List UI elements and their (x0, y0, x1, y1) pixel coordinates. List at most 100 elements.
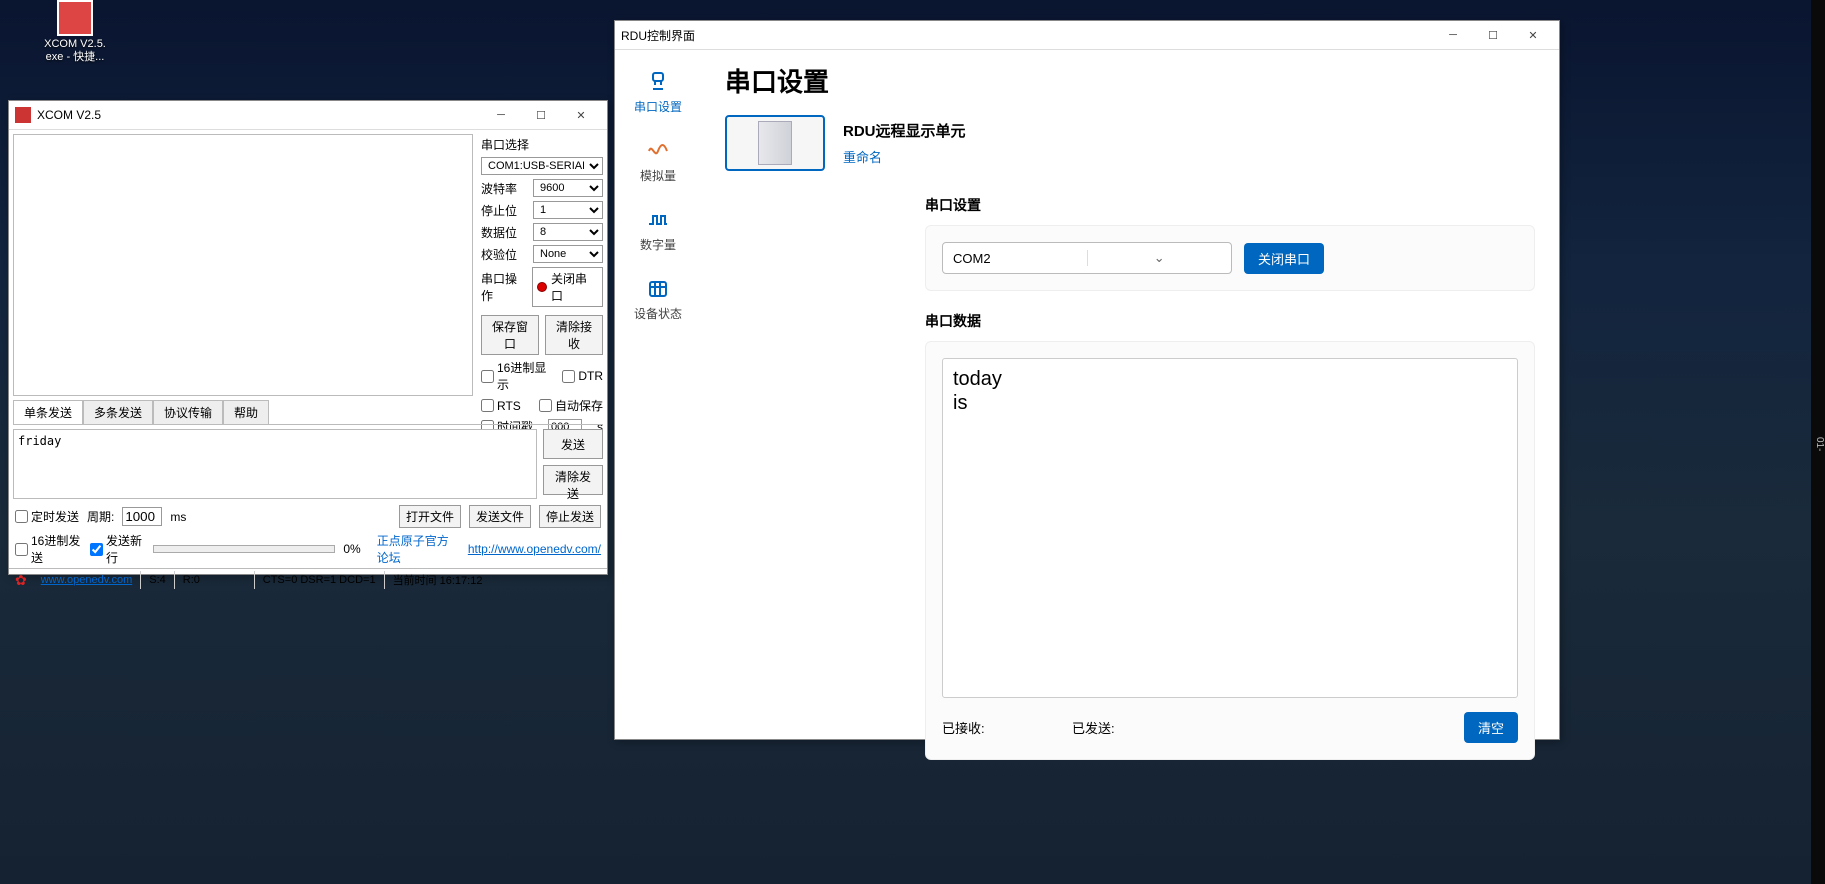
toggle-port-button[interactable]: 关闭串口 (532, 267, 603, 307)
site-link[interactable]: www.openedv.com (33, 571, 142, 589)
minimize-button[interactable]: ─ (1433, 21, 1473, 49)
chevron-down-icon: ⌄ (1087, 250, 1232, 266)
parity-label: 校验位 (481, 246, 517, 263)
serial-data-box[interactable]: today is (942, 358, 1518, 698)
data-select[interactable]: 8 (533, 223, 603, 241)
tab-multi-send[interactable]: 多条发送 (83, 400, 153, 424)
xcom-icon (57, 0, 93, 36)
digital-icon (646, 208, 670, 232)
device-name: RDU远程显示单元 (843, 120, 966, 141)
baud-label: 波特率 (481, 180, 517, 197)
sidebar-label: 模拟量 (640, 167, 676, 184)
clear-data-button[interactable]: 清空 (1464, 712, 1518, 743)
save-window-button[interactable]: 保存窗口 (481, 315, 539, 355)
tab-help[interactable]: 帮助 (223, 400, 269, 424)
status-icon (646, 277, 670, 301)
port-select-label: 串口选择 (481, 136, 603, 153)
forum-link[interactable]: http://www.openedv.com/ (468, 542, 601, 556)
stop-send-button[interactable]: 停止发送 (539, 505, 601, 528)
forum-text: 正点原子官方论坛 (377, 532, 460, 566)
minimize-button[interactable]: ─ (481, 101, 521, 129)
serial-icon (646, 70, 670, 94)
tab-single-send[interactable]: 单条发送 (13, 400, 83, 424)
section-port-heading: 串口设置 (925, 195, 1535, 215)
xcom-app-icon (15, 107, 31, 123)
gear-icon[interactable]: ✿ (9, 572, 33, 589)
right-edge-strip: 01- (1811, 0, 1825, 884)
stop-label: 停止位 (481, 202, 517, 219)
rx-count-label: 已接收: (942, 718, 1072, 737)
maximize-button[interactable]: ☐ (1473, 21, 1513, 49)
sidebar-item-analog[interactable]: 模拟量 (615, 131, 701, 192)
maximize-button[interactable]: ☐ (521, 101, 561, 129)
timed-send-label: 定时发送 (31, 508, 79, 525)
desktop-shortcut-label: XCOM V2.5. exe - 快捷... (40, 38, 110, 64)
xcom-statusbar: ✿ www.openedv.com S:4 R:0 CTS=0 DSR=1 DC… (9, 568, 607, 591)
port-combobox[interactable]: COM2 ⌄ (942, 242, 1232, 274)
toggle-port-label: 关闭串口 (551, 270, 598, 304)
sidebar-label: 串口设置 (634, 98, 682, 115)
stop-select[interactable]: 1 (533, 201, 603, 219)
close-port-button[interactable]: 关闭串口 (1244, 243, 1324, 274)
hex-display-label: 16进制显示 (497, 359, 558, 393)
port-value: COM2 (943, 251, 1087, 266)
parity-select[interactable]: None (533, 245, 603, 263)
hex-send-label: 16进制发送 (31, 532, 82, 566)
progress-pct: 0% (343, 542, 360, 556)
dtr-label: DTR (578, 369, 603, 383)
desktop-shortcut[interactable]: XCOM V2.5. exe - 快捷... (40, 0, 110, 64)
status-time: 当前时间 16:17:12 (385, 569, 607, 591)
port-select[interactable]: COM1:USB-SERIAL (481, 157, 603, 175)
sidebar-label: 数字量 (640, 236, 676, 253)
tab-protocol[interactable]: 协议传输 (153, 400, 223, 424)
xcom-titlebar[interactable]: XCOM V2.5 ─ ☐ ✕ (9, 101, 607, 130)
rdu-window: RDU控制界面 ─ ☐ ✕ 串口设置 模拟量 数字量 设备状态 (614, 20, 1560, 740)
period-input[interactable] (122, 507, 162, 526)
status-lines: CTS=0 DSR=1 DCD=1 (255, 571, 385, 589)
hex-display-checkbox[interactable]: 16进制显示 (481, 359, 558, 393)
rdu-main: 串口设置 RDU远程显示单元 重命名 串口设置 COM2 ⌄ 关闭串口 串 (701, 50, 1559, 792)
tx-count-label: 已发送: (1072, 718, 1202, 737)
data-card: today is 已接收: 已发送: 清空 (925, 341, 1535, 760)
device-thumbnail[interactable] (725, 115, 825, 171)
receive-textarea[interactable] (13, 134, 473, 396)
hex-send-checkbox[interactable]: 16进制发送 (15, 532, 82, 566)
serial-config-panel: 串口选择 COM1:USB-SERIAL 波特率 9600 停止位 1 数据位 8 校… (477, 130, 607, 400)
section-data-heading: 串口数据 (925, 311, 1535, 331)
progress-bar (153, 545, 335, 553)
clear-rx-button[interactable]: 清除接收 (545, 315, 603, 355)
sidebar-label: 设备状态 (634, 305, 682, 322)
port-status-icon (537, 282, 547, 292)
sidebar-item-serial[interactable]: 串口设置 (615, 62, 701, 123)
send-newline-checkbox[interactable]: 发送新行 (90, 532, 145, 566)
open-file-button[interactable]: 打开文件 (399, 505, 461, 528)
send-newline-label: 发送新行 (106, 532, 145, 566)
send-button[interactable]: 发送 (543, 429, 603, 459)
rdu-titlebar[interactable]: RDU控制界面 ─ ☐ ✕ (615, 21, 1559, 50)
data-label: 数据位 (481, 224, 517, 241)
rdu-sidebar: 串口设置 模拟量 数字量 设备状态 (615, 50, 701, 792)
rename-link[interactable]: 重命名 (843, 147, 882, 166)
period-unit: ms (170, 510, 186, 524)
analog-icon (646, 139, 670, 163)
sidebar-item-status[interactable]: 设备状态 (615, 269, 701, 330)
send-file-button[interactable]: 发送文件 (469, 505, 531, 528)
device-icon (758, 121, 792, 165)
clear-tx-button[interactable]: 清除发送 (543, 465, 603, 495)
sidebar-item-digital[interactable]: 数字量 (615, 200, 701, 261)
op-label: 串口操作 (481, 270, 528, 304)
close-button[interactable]: ✕ (561, 101, 601, 129)
xcom-window: XCOM V2.5 ─ ☐ ✕ 串口选择 COM1:USB-SERIAL 波特率… (8, 100, 608, 575)
device-row: RDU远程显示单元 重命名 (725, 115, 1535, 171)
page-title: 串口设置 (725, 62, 1535, 99)
baud-select[interactable]: 9600 (533, 179, 603, 197)
xcom-title: XCOM V2.5 (37, 108, 101, 122)
timed-send-checkbox[interactable]: 定时发送 (15, 508, 79, 525)
send-textarea[interactable]: friday (13, 429, 537, 499)
status-recv: R:0 (175, 571, 255, 589)
dtr-checkbox[interactable]: DTR (562, 369, 603, 383)
port-card: COM2 ⌄ 关闭串口 (925, 225, 1535, 291)
close-button[interactable]: ✕ (1513, 21, 1553, 49)
status-sent: S:4 (141, 571, 175, 589)
period-label: 周期: (87, 508, 114, 525)
